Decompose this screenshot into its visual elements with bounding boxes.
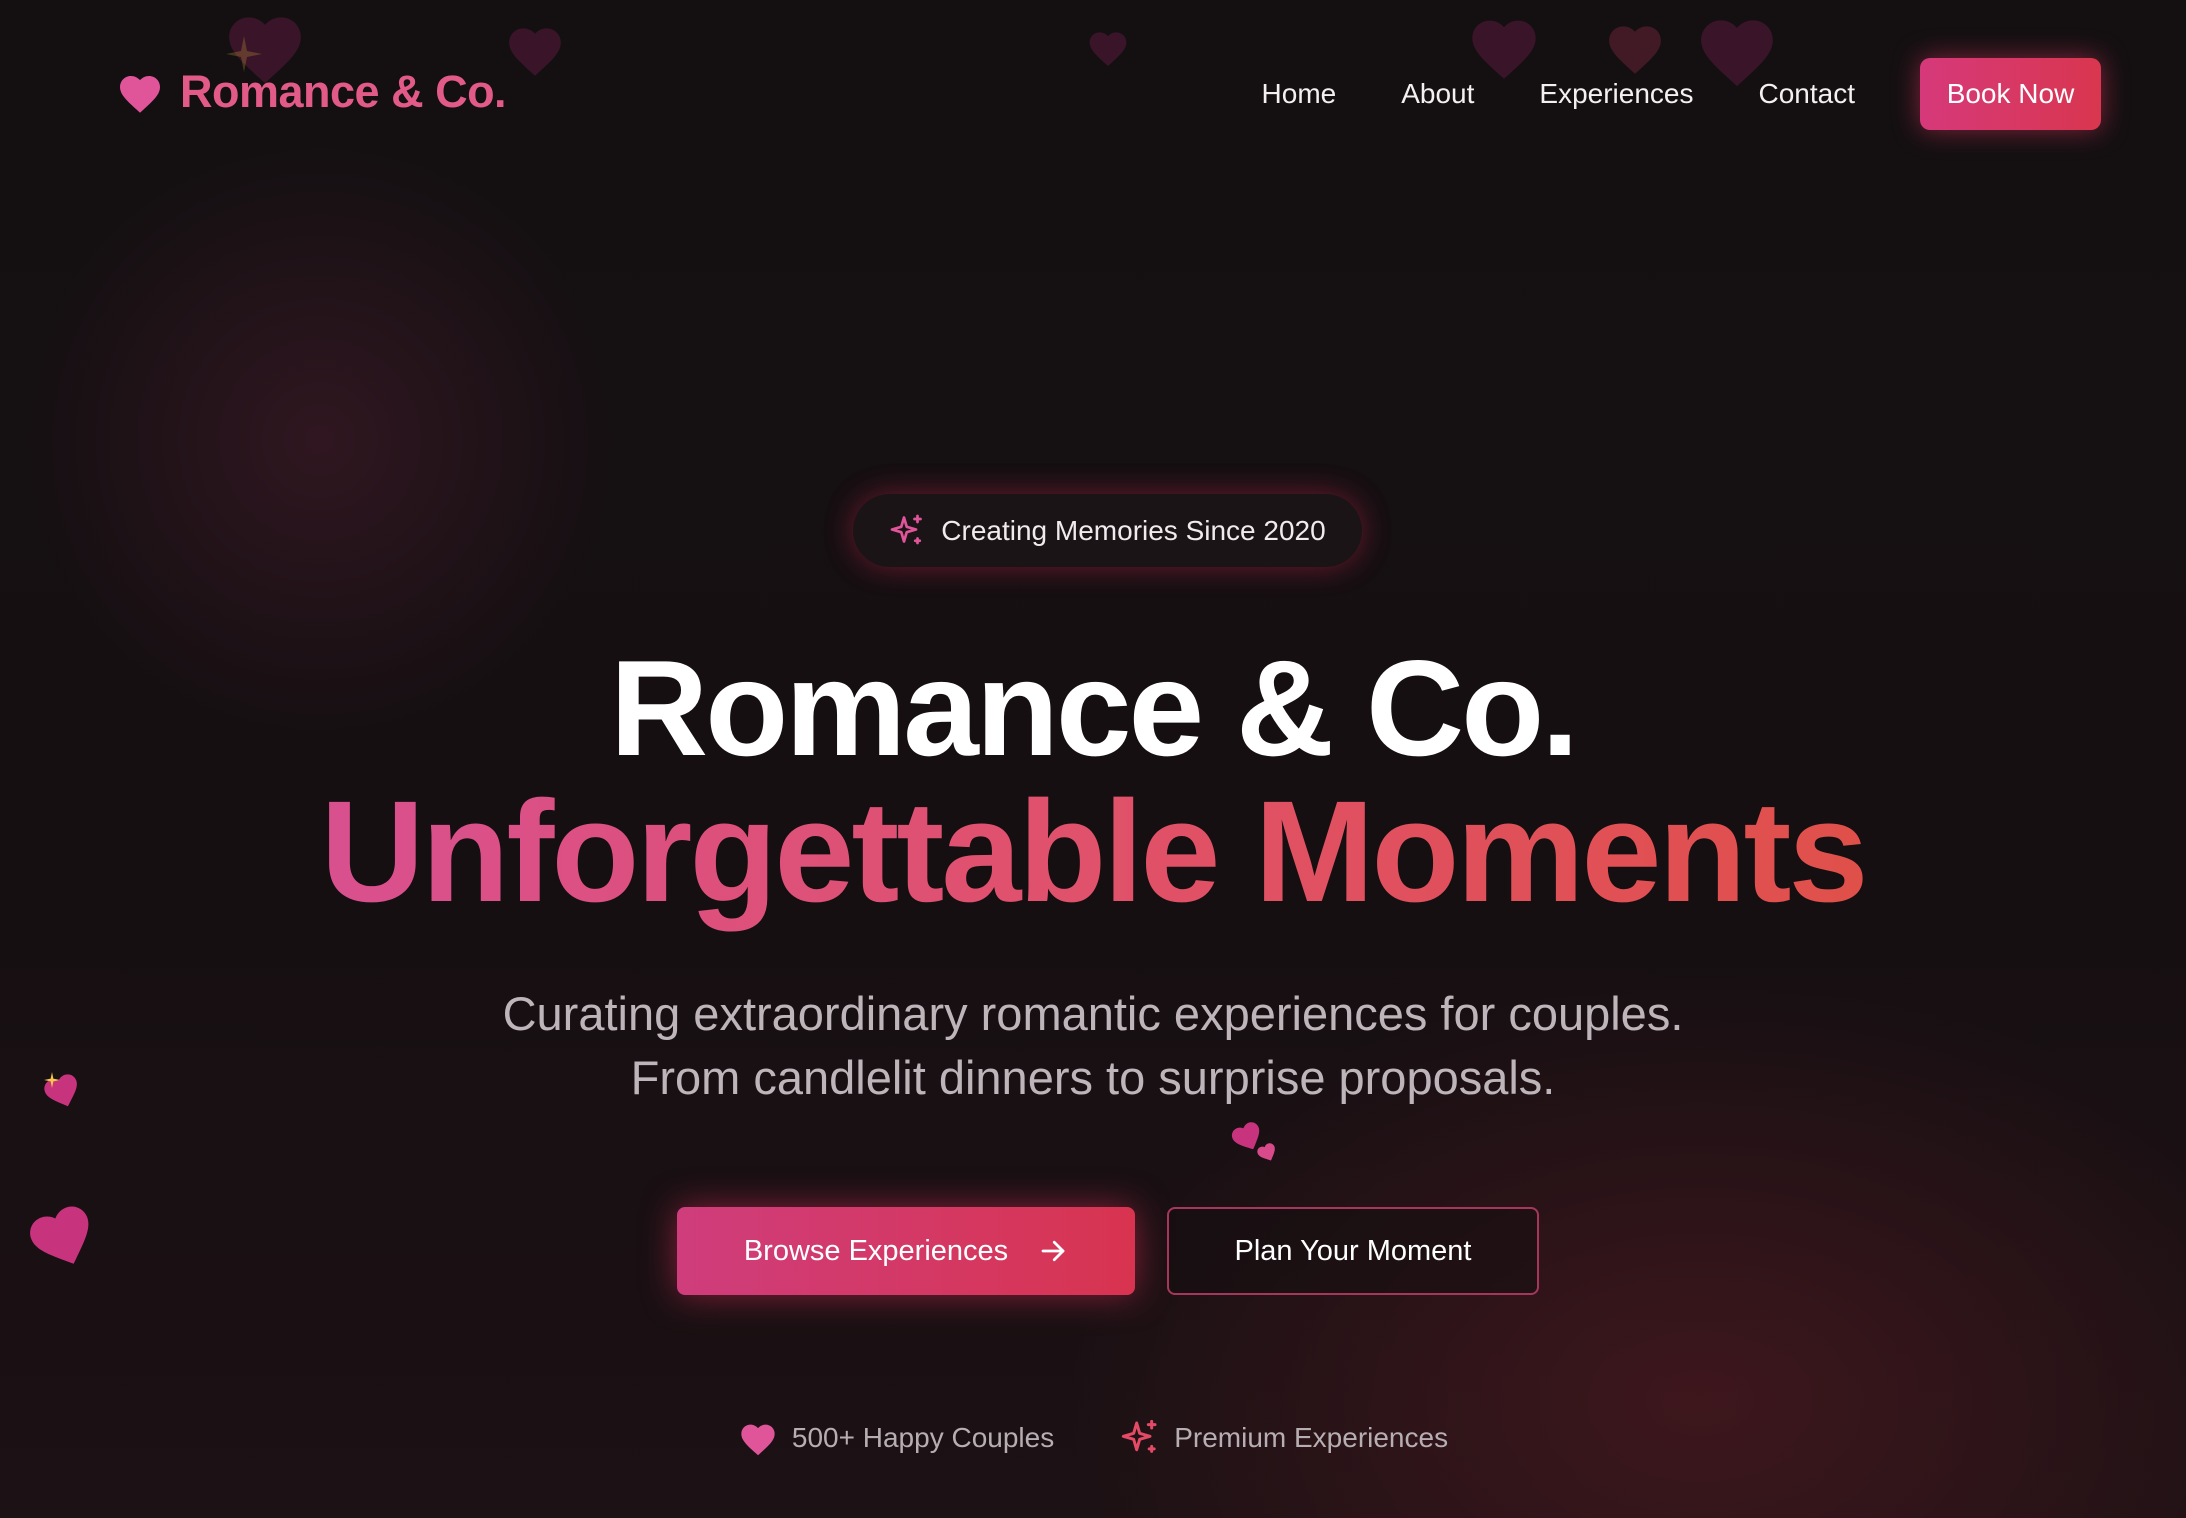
sparkle-icon xyxy=(44,1072,60,1088)
plan-your-moment-label: Plan Your Moment xyxy=(1234,1234,1472,1267)
heart-icon xyxy=(738,1418,778,1458)
hero-title-highlight: Unforgettable Moments xyxy=(320,771,1868,932)
nav-link-experiences[interactable]: Experiences xyxy=(1539,78,1693,110)
nav-link-about[interactable]: About xyxy=(1401,78,1474,110)
nav-link-contact[interactable]: Contact xyxy=(1759,78,1856,110)
nav-link-home[interactable]: Home xyxy=(1262,78,1337,110)
brand-logo[interactable]: Romance & Co. xyxy=(116,66,507,118)
hero-title: Romance & Co. xyxy=(609,632,1579,784)
browse-experiences-button[interactable]: Browse Experiences xyxy=(677,1207,1135,1295)
heart-icon xyxy=(116,69,164,115)
brand-name: Romance & Co. xyxy=(180,66,507,117)
floating-heart-icon xyxy=(1225,1114,1269,1157)
floating-heart-icon xyxy=(36,1064,87,1115)
badge-text: Creating Memories Since 2020 xyxy=(941,514,1326,546)
browse-experiences-label: Browse Experiences xyxy=(743,1234,1009,1267)
hero-badge: Creating Memories Since 2020 xyxy=(853,494,1362,567)
site-header: Romance & Co. Home About Experiences Con… xyxy=(0,0,2186,190)
floating-heart-icon xyxy=(16,1189,109,1281)
main-nav: Home About Experiences Contact Book Now xyxy=(1262,58,2101,130)
hero-title-highlight-row: Unforgettable Moments xyxy=(0,772,2186,977)
sparkles-icon xyxy=(889,513,925,549)
stat-premium-experiences: Premium Experiences xyxy=(1120,1418,1448,1458)
floating-heart-icon xyxy=(1253,1138,1281,1165)
stat-text: 500+ Happy Couples xyxy=(791,1422,1055,1453)
stat-text: Premium Experiences xyxy=(1174,1422,1449,1453)
hero-subtitle: Curating extraordinary romantic experien… xyxy=(502,987,1684,1104)
book-now-button[interactable]: Book Now xyxy=(1920,58,2101,130)
stat-happy-couples: 500+ Happy Couples xyxy=(738,1418,1054,1458)
sparkles-icon xyxy=(1120,1418,1160,1458)
hero-stats: 500+ Happy Couples Premium Experiences xyxy=(0,1418,2186,1458)
arrow-right-icon xyxy=(1038,1236,1068,1266)
plan-your-moment-button[interactable]: Plan Your Moment xyxy=(1167,1207,1539,1295)
